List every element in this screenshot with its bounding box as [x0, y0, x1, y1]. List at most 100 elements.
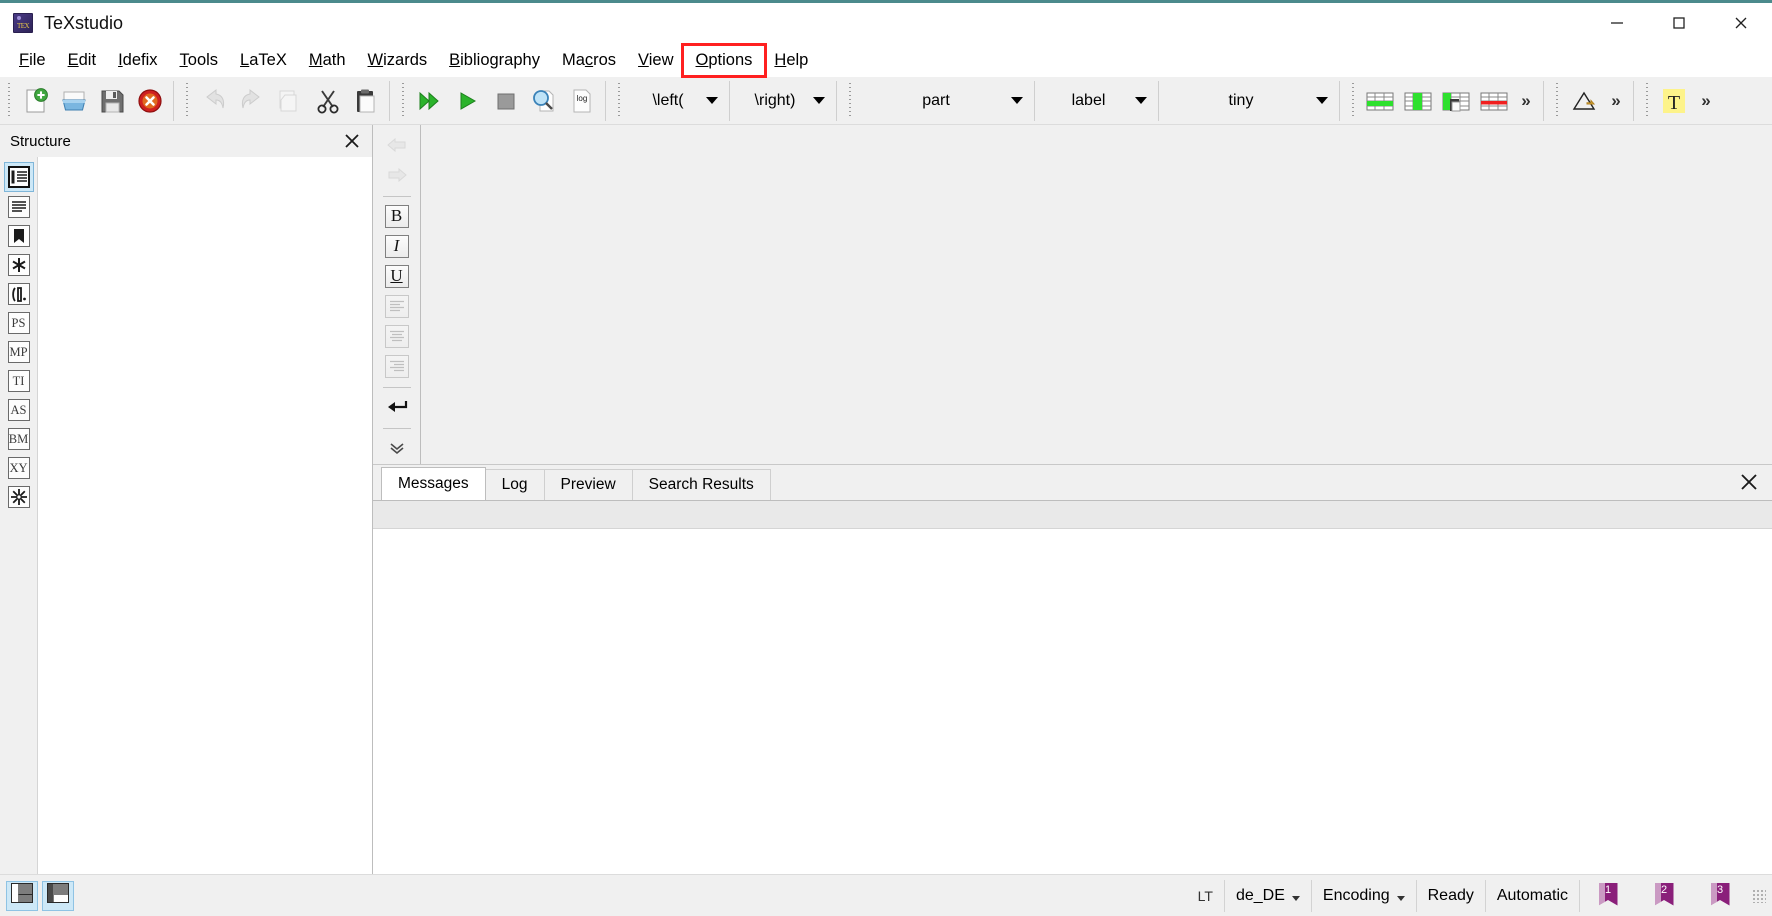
toolbar-overflow-diagram[interactable]: » [1603, 91, 1629, 111]
sidebar-item-delimiters[interactable] [5, 280, 33, 308]
menu-edit[interactable]: Edit [57, 47, 107, 74]
title-bar: TeXstudio [0, 3, 1772, 43]
cut-button[interactable] [309, 81, 347, 121]
close-document-button[interactable] [131, 81, 169, 121]
toolbar-grip-build[interactable] [399, 82, 408, 119]
sidebar-item-beamer[interactable]: BM [5, 425, 33, 453]
align-right-button[interactable] [382, 352, 412, 380]
compile-button[interactable] [449, 81, 487, 121]
menu-file[interactable]: File [8, 47, 57, 74]
toolbar-overflow-tables[interactable]: » [1513, 91, 1539, 111]
structure-dock-title: Structure [10, 132, 71, 150]
toolbar-grip-format[interactable] [846, 82, 855, 119]
toolbar-separator-2 [389, 80, 390, 121]
menu-bibliography[interactable]: Bibliography [438, 47, 551, 74]
tab-log[interactable]: Log [484, 469, 545, 500]
sidebar-item-symbols-favorites[interactable] [5, 251, 33, 279]
menu-macros[interactable]: Macros [551, 47, 627, 74]
right-delimiter-combo[interactable]: \right) [734, 84, 832, 118]
sidebar-item-symbols-most-used[interactable] [5, 193, 33, 221]
text-highlight-button[interactable]: T [1655, 81, 1693, 121]
format-separator-1 [382, 196, 411, 197]
toolbar-grip-highlight[interactable] [1643, 82, 1652, 119]
sidebar-item-xypic[interactable]: XY [5, 454, 33, 482]
sidebar-item-bookmarks[interactable] [5, 222, 33, 250]
encoding-selector[interactable]: Encoding [1310, 879, 1416, 912]
sidebar-item-postscript[interactable]: PS [5, 309, 33, 337]
view-log-button[interactable]: log [563, 81, 601, 121]
tab-search-results[interactable]: Search Results [631, 469, 771, 500]
underline-button[interactable]: U [382, 262, 412, 290]
bookmark-2-button[interactable]: 2 [1636, 880, 1692, 912]
left-delimiter-combo[interactable]: \left( [627, 84, 725, 118]
chevron-down-icon [1135, 97, 1147, 104]
sidebar-item-metapost[interactable]: MP [5, 338, 33, 366]
expand-more-icon[interactable] [382, 434, 412, 462]
sidebar-item-asymptote[interactable]: AS [5, 396, 33, 424]
view-log-preview-button[interactable] [525, 81, 563, 121]
open-document-button[interactable] [55, 81, 93, 121]
toolbar-separator-9 [1543, 80, 1544, 121]
toolbar-overflow-highlight[interactable]: » [1693, 91, 1719, 111]
insert-table-row-button[interactable] [1361, 81, 1399, 121]
sidebar-item-tikz[interactable]: TI [5, 367, 33, 395]
toolbar-grip-math[interactable] [615, 82, 624, 119]
output-panel-close-button[interactable] [1736, 469, 1762, 495]
sidebar-item-structure[interactable] [3, 162, 34, 192]
bookmark-3-button[interactable]: 3 [1692, 880, 1748, 912]
font-size-combo[interactable]: tiny [1163, 84, 1335, 118]
undo-button[interactable] [195, 81, 233, 121]
paste-button[interactable] [347, 81, 385, 121]
build-and-view-button[interactable] [411, 81, 449, 121]
menu-tools[interactable]: Tools [169, 47, 230, 74]
menu-help[interactable]: Help [763, 47, 819, 74]
structure-tree-view[interactable] [38, 157, 372, 874]
new-document-button[interactable] [17, 81, 55, 121]
save-document-button[interactable] [93, 81, 131, 121]
menu-idefix[interactable]: Idefix [107, 47, 168, 74]
texstudio-logo-icon [13, 13, 33, 33]
align-left-button[interactable] [382, 292, 412, 320]
italic-button[interactable]: I [382, 232, 412, 260]
remove-table-row-button[interactable] [1475, 81, 1513, 121]
toolbar-grip-edit[interactable] [183, 82, 192, 119]
menu-wizards[interactable]: Wizards [357, 47, 439, 74]
section-level-combo[interactable]: part [858, 84, 1030, 118]
asterisk-icon [7, 254, 30, 276]
reference-type-combo[interactable]: label [1039, 84, 1154, 118]
paste-table-column-button[interactable] [1437, 81, 1475, 121]
menu-latex[interactable]: LaTeX [229, 47, 298, 74]
align-center-button[interactable] [382, 322, 412, 350]
redo-button[interactable] [233, 81, 271, 121]
nav-back-button[interactable] [382, 131, 412, 159]
sidebar-item-special[interactable] [5, 483, 33, 511]
spell-language-selector[interactable]: de_DE [1223, 879, 1311, 912]
menu-view[interactable]: View [627, 47, 684, 74]
minimize-button[interactable] [1586, 3, 1648, 43]
toolbar-grip[interactable] [5, 82, 14, 119]
newline-button[interactable] [382, 393, 412, 421]
toggle-output-view-button[interactable] [42, 880, 74, 911]
toggle-structure-view-button[interactable] [6, 880, 38, 911]
bookmark-1-button[interactable]: 1 [1579, 879, 1636, 912]
languagetool-status-icon[interactable]: LT [1187, 880, 1224, 912]
copy-button[interactable] [271, 81, 309, 121]
toolbar-separator-4 [729, 80, 730, 121]
editor-canvas[interactable] [421, 125, 1772, 464]
draw-diagram-button[interactable] [1565, 81, 1603, 121]
menu-options[interactable]: Options [680, 42, 768, 78]
maximize-button[interactable] [1648, 3, 1710, 43]
toolbar-grip-table[interactable] [1349, 82, 1358, 119]
close-button[interactable] [1710, 3, 1772, 43]
tab-preview[interactable]: Preview [543, 469, 633, 500]
toolbar-grip-diagram[interactable] [1553, 82, 1562, 119]
menu-math[interactable]: Math [298, 47, 357, 74]
stop-button[interactable] [487, 81, 525, 121]
resize-grip-icon[interactable] [1752, 888, 1766, 903]
messages-content-area[interactable] [373, 529, 1772, 874]
structure-dock-close-button[interactable] [340, 129, 364, 153]
bold-button[interactable]: B [382, 202, 412, 230]
insert-table-column-button[interactable] [1399, 81, 1437, 121]
nav-forward-button[interactable] [382, 161, 412, 189]
tab-messages[interactable]: Messages [381, 467, 486, 500]
